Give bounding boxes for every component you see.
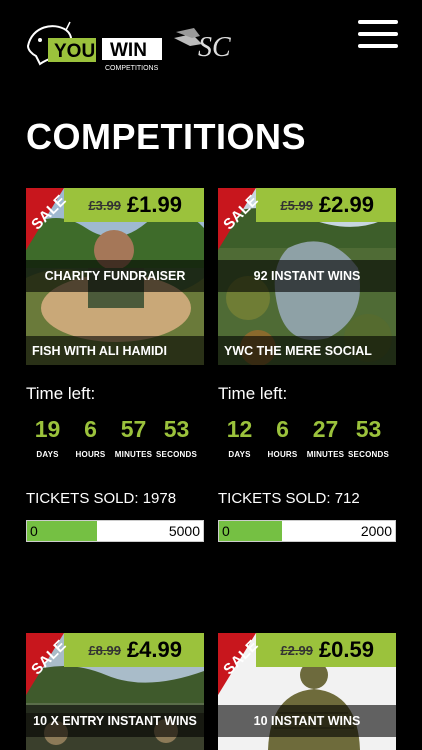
- countdown-hours: 6 HOURS: [267, 416, 298, 459]
- progress-min: 0: [222, 523, 230, 539]
- countdown-minutes: 57 MINUTES: [114, 416, 153, 459]
- countdown-days: 19 DAYS: [34, 416, 61, 459]
- competition-card[interactable]: £8.99 £4.99 SALE 10 X ENTRY INSTANT WINS: [26, 633, 204, 750]
- countdown-days: 12 DAYS: [226, 416, 253, 459]
- tickets-progress-bar: 0 2000: [218, 520, 396, 542]
- partner-sc-logo[interactable]: SC: [172, 24, 238, 64]
- competition-title: YWC THE MERE SOCIAL: [218, 336, 396, 365]
- competition-card[interactable]: £2.99 £0.59 SALE 10 INSTANT WINS: [218, 633, 396, 750]
- sale-price: £1.99: [126, 192, 182, 217]
- competition-image[interactable]: £2.99 £0.59 SALE 10 INSTANT WINS: [218, 633, 396, 750]
- hamburger-menu-button[interactable]: [358, 20, 398, 48]
- countdown-seconds: 53 SECONDS: [156, 416, 197, 459]
- tickets-sold: TICKETS SOLD: 1978: [26, 490, 177, 507]
- you-win-competitions-logo[interactable]: YOU WIN COMPETITIONS: [26, 20, 166, 72]
- logo-you-text: YOU: [54, 41, 95, 62]
- progress-max: 5000: [168, 523, 200, 539]
- menu-line: [358, 32, 398, 36]
- competition-title: FISH WITH ALI HAMIDI: [26, 336, 204, 365]
- competition-subtitle: 10 X ENTRY INSTANT WINS: [26, 705, 204, 737]
- competition-subtitle: CHARITY FUNDRAISER: [26, 260, 204, 292]
- countdown-minutes: 27 MINUTES: [306, 416, 345, 459]
- competition-image[interactable]: £5.99 £2.99 SALE 92 INSTANT WINS YWC THE…: [218, 188, 396, 365]
- countdown: 19 DAYS 6 HOURS 57 MINUTES 53 SECONDS: [26, 416, 204, 459]
- site-header: YOU WIN COMPETITIONS SC: [0, 0, 422, 100]
- tickets-sold: TICKETS SOLD: 712: [218, 490, 360, 507]
- logo-sub-text: COMPETITIONS: [105, 65, 159, 72]
- time-left-label: Time left:: [26, 384, 96, 403]
- logo-win-text: WIN: [110, 40, 147, 61]
- competition-card[interactable]: £3.99 £1.99 SALE CHARITY FUNDRAISER FISH…: [26, 188, 204, 542]
- countdown-hours: 6 HOURS: [75, 416, 106, 459]
- competition-card[interactable]: £5.99 £2.99 SALE 92 INSTANT WINS YWC THE…: [218, 188, 396, 542]
- competition-image[interactable]: £8.99 £4.99 SALE 10 X ENTRY INSTANT WINS: [26, 633, 204, 750]
- menu-line: [358, 20, 398, 24]
- tickets-progress-bar: 0 5000: [26, 520, 204, 542]
- competition-subtitle: 92 INSTANT WINS: [218, 260, 396, 292]
- competition-image[interactable]: £3.99 £1.99 SALE CHARITY FUNDRAISER FISH…: [26, 188, 204, 365]
- time-left-label: Time left:: [218, 384, 288, 403]
- countdown: 12 DAYS 6 HOURS 27 MINUTES 53 SECONDS: [218, 416, 396, 459]
- sale-price: £0.59: [318, 637, 374, 662]
- sale-price: £4.99: [126, 637, 182, 662]
- competition-subtitle: 10 INSTANT WINS: [218, 705, 396, 737]
- progress-max: 2000: [360, 523, 392, 539]
- countdown-seconds: 53 SECONDS: [348, 416, 389, 459]
- page-title: COMPETITIONS: [26, 116, 307, 157]
- progress-min: 0: [30, 523, 38, 539]
- logo-sc-text: SC: [198, 32, 231, 63]
- sale-price: £2.99: [318, 192, 374, 217]
- menu-line: [358, 44, 398, 48]
